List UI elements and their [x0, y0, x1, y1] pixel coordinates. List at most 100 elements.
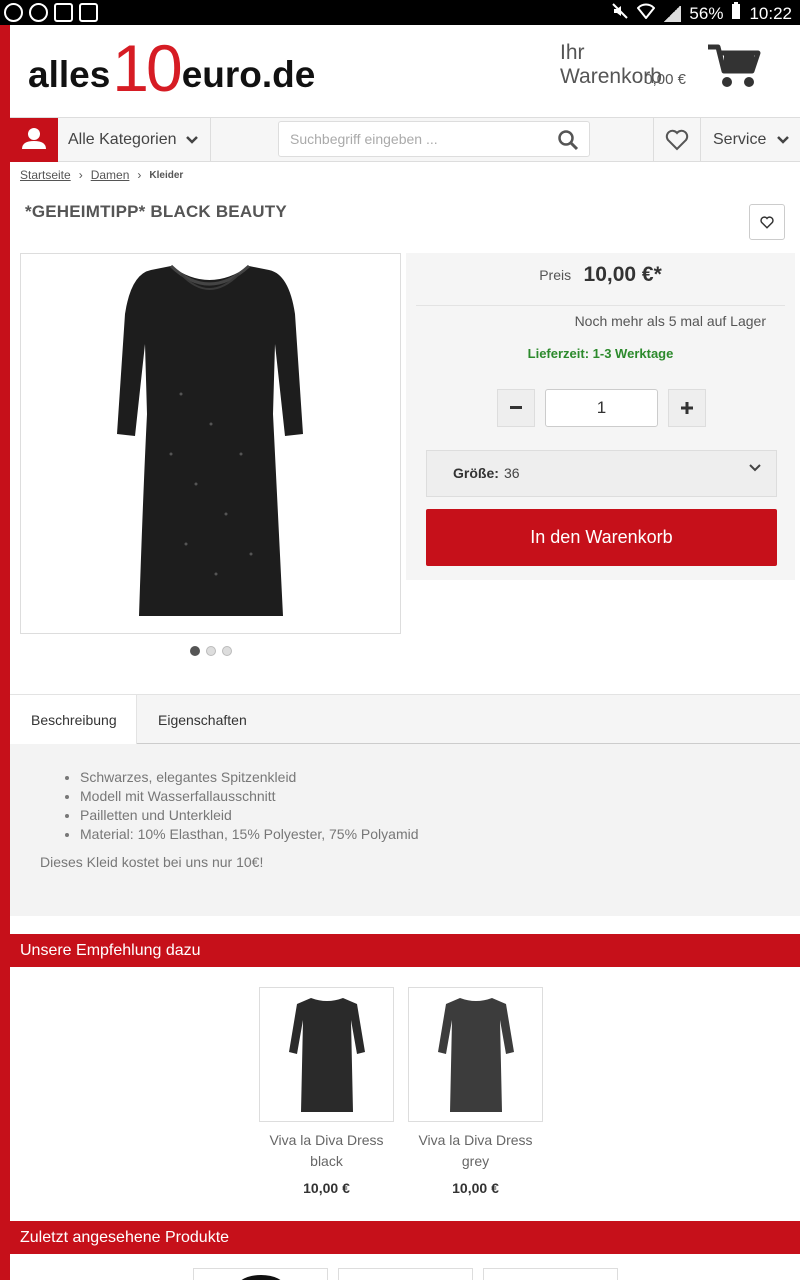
- price-row: Preis 10,00 €*: [406, 263, 795, 287]
- recently-viewed-list: [10, 1254, 800, 1280]
- product-tabs: Beschreibung Eigenschaften: [10, 694, 800, 744]
- product-thumbnail[interactable]: [408, 987, 543, 1122]
- service-dropdown[interactable]: Service: [701, 118, 800, 162]
- recommendation-price: 10,00 €: [452, 1180, 499, 1196]
- recommendations-heading: Unsere Empfehlung dazu: [10, 934, 800, 967]
- breadcrumb-home[interactable]: Startseite: [20, 168, 71, 182]
- minus-circle-icon: [4, 3, 23, 22]
- product-image[interactable]: [20, 253, 401, 634]
- search-input[interactable]: [279, 122, 539, 156]
- carousel-dot-3[interactable]: [222, 646, 232, 656]
- divider: [416, 305, 785, 306]
- dress-image: [241, 1275, 281, 1280]
- battery-text: 56%: [689, 3, 724, 23]
- site-logo[interactable]: alles 10 euro.de: [28, 31, 316, 105]
- user-icon: [22, 128, 46, 149]
- chevron-down-icon: [777, 136, 790, 144]
- heart-icon: [665, 129, 689, 151]
- skype-icon: [29, 3, 48, 22]
- recommendation-name: Viva la Diva Dress grey: [408, 1130, 543, 1172]
- black-lace-dress-image: [117, 264, 303, 616]
- search-icon[interactable]: [557, 129, 579, 151]
- recommendation-item[interactable]: Viva la Diva Dress grey 10,00 €: [408, 987, 543, 1196]
- clock: 10:22: [749, 3, 792, 23]
- recently-viewed-heading: Zuletzt angesehene Produkte: [10, 1221, 800, 1254]
- cart-widget[interactable]: Ihr Warenkorb 0,00 €: [560, 39, 780, 105]
- recommendation-item[interactable]: Viva la Diva Dress black 10,00 €: [259, 987, 394, 1196]
- recommendation-name: Viva la Diva Dress black: [259, 1130, 394, 1172]
- wifi-icon: [637, 3, 656, 24]
- list-item: Material: 10% Elasthan, 15% Polyester, 7…: [80, 825, 419, 844]
- list-item: Schwarzes, elegantes Spitzenkleid: [80, 768, 419, 787]
- recent-product-thumbnail[interactable]: [338, 1268, 473, 1280]
- chevron-right-icon: ›: [137, 168, 142, 182]
- image-icon: [54, 3, 73, 22]
- description-text: Dieses Kleid kostet bei uns nur 10€!: [40, 854, 264, 870]
- categories-dropdown[interactable]: Alle Kategorien: [58, 118, 211, 162]
- grey-dress-image: [437, 998, 514, 1112]
- recommendation-price: 10,00 €: [303, 1180, 350, 1196]
- stock-status: Noch mehr als 5 mal auf Lager: [574, 313, 766, 329]
- minus-icon: [510, 406, 522, 409]
- price-value: 10,00 €*: [583, 263, 662, 286]
- heart-icon: [760, 215, 774, 229]
- product-thumbnail[interactable]: [259, 987, 394, 1122]
- add-to-wishlist-button[interactable]: [749, 204, 785, 240]
- delivery-time: Lieferzeit: 1-3 Werktage: [527, 346, 674, 361]
- black-dress-image: [288, 998, 365, 1112]
- chevron-down-icon: [749, 464, 761, 472]
- mute-icon: [611, 2, 629, 25]
- brand-side-bar: [0, 25, 10, 1280]
- quantity-decrease-button[interactable]: [497, 389, 535, 427]
- recommendation-name-line1: Viva la Diva Dress: [269, 1132, 384, 1148]
- size-value: 36: [504, 465, 520, 481]
- size-select[interactable]: Größe: 36: [426, 450, 777, 497]
- main-navigation: Alle Kategorien Service: [10, 117, 800, 162]
- shopping-cart-icon: [708, 44, 761, 87]
- tab-properties[interactable]: Eigenschaften: [137, 695, 268, 744]
- recommendation-name-line2: grey: [461, 1153, 490, 1169]
- service-label: Service: [713, 131, 767, 148]
- price-label: Preis: [539, 267, 572, 283]
- plus-icon: [681, 402, 693, 414]
- description-panel: Schwarzes, elegantes Spitzenkleid Modell…: [10, 744, 800, 916]
- feature-list: Schwarzes, elegantes Spitzenkleid Modell…: [80, 768, 419, 844]
- categories-label: Alle Kategorien: [68, 131, 177, 148]
- chevron-down-icon: [185, 136, 198, 144]
- battery-icon: [731, 2, 741, 25]
- tab-description[interactable]: Beschreibung: [10, 695, 137, 744]
- wishlist-button[interactable]: [653, 118, 701, 162]
- patterned-dress-image: [484, 1269, 618, 1280]
- logo-text-alles: alles: [28, 54, 111, 95]
- recommendation-name-line1: Viva la Diva Dress: [418, 1132, 533, 1148]
- recommendations-list: Viva la Diva Dress black 10,00 € Viva la…: [10, 967, 800, 1217]
- search-box: [278, 121, 590, 157]
- product-title: *GEHEIMTIPP* BLACK BEAUTY: [25, 202, 287, 221]
- recent-product-thumbnail[interactable]: [193, 1268, 328, 1280]
- quantity-increase-button[interactable]: [668, 389, 706, 427]
- image-carousel-dots: [190, 646, 232, 656]
- account-button[interactable]: [10, 118, 58, 162]
- add-to-cart-button[interactable]: In den Warenkorb: [426, 509, 777, 566]
- site-header: alles 10 euro.de Ihr Warenkorb 0,00 €: [10, 25, 800, 117]
- signal-icon: [663, 5, 682, 22]
- carousel-dot-1[interactable]: [190, 646, 200, 656]
- buy-box: Preis 10,00 €* Noch mehr als 5 mal auf L…: [406, 253, 795, 580]
- carousel-dot-2[interactable]: [206, 646, 216, 656]
- logo-text-10: 10: [112, 31, 182, 105]
- product-title-bar: *GEHEIMTIPP* BLACK BEAUTY: [10, 190, 800, 250]
- cart-amount: 0,00 €: [644, 71, 686, 88]
- recommendation-name-line2: black: [310, 1153, 343, 1169]
- android-status-bar: 56% 10:22: [0, 0, 800, 25]
- list-item: Pailletten und Unterkleid: [80, 806, 419, 825]
- chevron-right-icon: ›: [78, 168, 83, 182]
- quantity-input[interactable]: 1: [545, 389, 658, 427]
- logo-text-euro: euro.de: [181, 54, 316, 95]
- list-item: Modell mit Wasserfallausschnitt: [80, 787, 419, 806]
- size-label: Größe:: [453, 465, 499, 481]
- breadcrumb-women[interactable]: Damen: [91, 168, 130, 182]
- breadcrumb-current: Kleider: [149, 169, 184, 181]
- recent-product-thumbnail[interactable]: [483, 1268, 618, 1280]
- breadcrumb: Startseite › Damen › Kleider: [20, 168, 183, 182]
- camera-icon: [79, 3, 98, 22]
